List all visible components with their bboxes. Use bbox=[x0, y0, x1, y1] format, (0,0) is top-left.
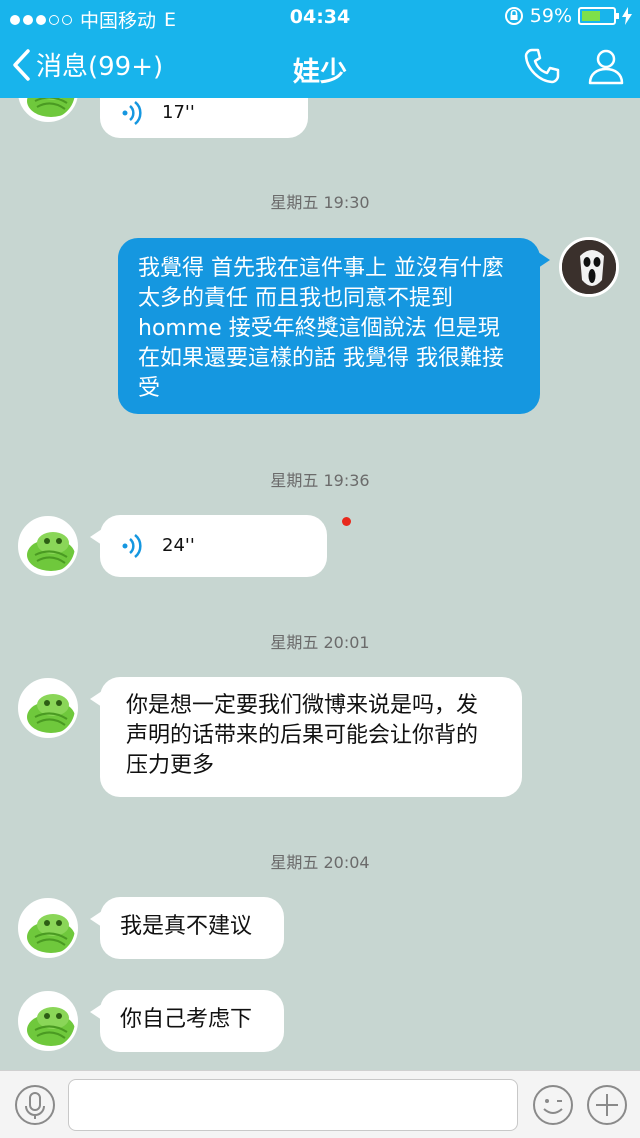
rotation-lock-icon bbox=[504, 7, 523, 25]
message-input[interactable] bbox=[68, 1079, 518, 1131]
timestamp: 星期五 20:04 bbox=[270, 853, 370, 872]
profile-icon[interactable] bbox=[586, 46, 626, 86]
add-icon[interactable] bbox=[586, 1084, 628, 1126]
voice-duration: 17'' bbox=[162, 102, 195, 123]
unread-dot bbox=[342, 517, 351, 526]
emoji-icon[interactable] bbox=[532, 1084, 574, 1126]
top-bar: 中国移动 E 04:34 59% 消息(99+) 娃少 bbox=[0, 0, 640, 98]
voice-message[interactable]: 17'' bbox=[100, 98, 308, 138]
charging-icon bbox=[622, 7, 632, 25]
outgoing-message[interactable]: 我覺得 首先我在這件事上 並沒有什麼太多的責任 而且我也同意不提到 homme … bbox=[118, 238, 550, 414]
contact-avatar[interactable] bbox=[18, 991, 78, 1051]
nav-bar: 消息(99+) 娃少 bbox=[0, 34, 640, 98]
message-text: 我是真不建议 bbox=[120, 914, 253, 939]
timestamp: 星期五 20:01 bbox=[270, 633, 370, 652]
my-avatar[interactable] bbox=[559, 237, 619, 297]
battery-percent: 59% bbox=[529, 5, 572, 27]
scream-mask-avatar-icon bbox=[562, 240, 616, 294]
message-text: 你是想一定要我们微博来说是吗，发声明的话带来的后果可能会让你背的压力更多 bbox=[126, 693, 479, 778]
timestamp: 星期五 19:30 bbox=[270, 193, 370, 212]
contact-avatar[interactable] bbox=[18, 98, 78, 122]
frog-avatar-icon bbox=[21, 519, 75, 573]
voice-wave-icon bbox=[122, 101, 142, 125]
incoming-message[interactable]: 你是想一定要我们微博来说是吗，发声明的话带来的后果可能会让你背的压力更多 bbox=[90, 677, 522, 797]
frog-avatar-icon bbox=[21, 994, 75, 1048]
incoming-message[interactable]: 我是真不建议 bbox=[90, 897, 284, 959]
input-bar bbox=[0, 1070, 640, 1138]
frog-avatar-icon bbox=[21, 98, 75, 119]
frog-avatar-icon bbox=[21, 901, 75, 955]
timestamp: 星期五 19:36 bbox=[270, 471, 370, 490]
status-bar: 中国移动 E 04:34 59% bbox=[0, 0, 640, 34]
battery-icon bbox=[578, 7, 619, 25]
battery-info: 59% bbox=[504, 5, 632, 27]
contact-avatar[interactable] bbox=[18, 678, 78, 738]
message-text: 你自己考虑下 bbox=[120, 1007, 253, 1032]
message-text: 我覺得 首先我在這件事上 並沒有什麼太多的責任 而且我也同意不提到 homme … bbox=[138, 256, 504, 401]
voice-wave-icon bbox=[122, 534, 142, 558]
phone-icon[interactable] bbox=[522, 46, 562, 86]
frog-avatar-icon bbox=[21, 681, 75, 735]
voice-message[interactable]: 24'' bbox=[90, 515, 327, 577]
chat-area[interactable]: 17'' 星期五 19:30 我覺得 首先我在這件事上 並沒有什麼太多的責任 而… bbox=[0, 98, 640, 1070]
incoming-message[interactable]: 你自己考虑下 bbox=[90, 990, 284, 1052]
contact-avatar[interactable] bbox=[18, 898, 78, 958]
contact-avatar[interactable] bbox=[18, 516, 78, 576]
voice-duration: 24'' bbox=[162, 535, 195, 556]
microphone-icon[interactable] bbox=[14, 1084, 56, 1126]
